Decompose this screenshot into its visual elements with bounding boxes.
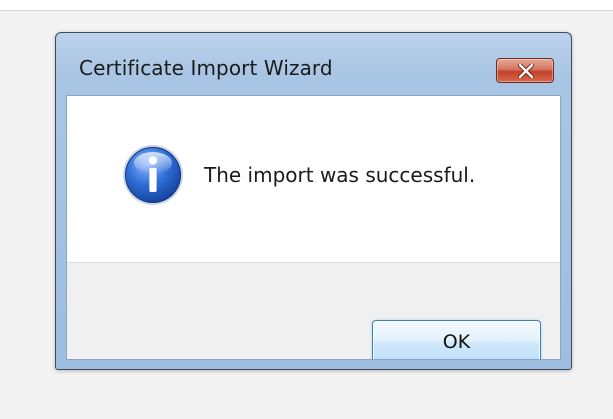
button-panel: OK (67, 262, 560, 359)
background-top-strip (0, 0, 613, 11)
window-title: Certificate Import Wizard (79, 56, 333, 80)
dialog-window: Certificate Import Wizard The import was… (55, 32, 572, 370)
info-icon (123, 145, 183, 205)
message-panel: The import was successful. (67, 96, 560, 262)
ok-button[interactable]: OK (372, 320, 541, 359)
success-message: The import was successful. (204, 163, 476, 187)
close-button[interactable] (496, 58, 554, 83)
dialog-content: The import was successful. OK (66, 95, 561, 360)
title-bar[interactable]: Certificate Import Wizard (56, 33, 571, 95)
close-icon (518, 64, 534, 78)
